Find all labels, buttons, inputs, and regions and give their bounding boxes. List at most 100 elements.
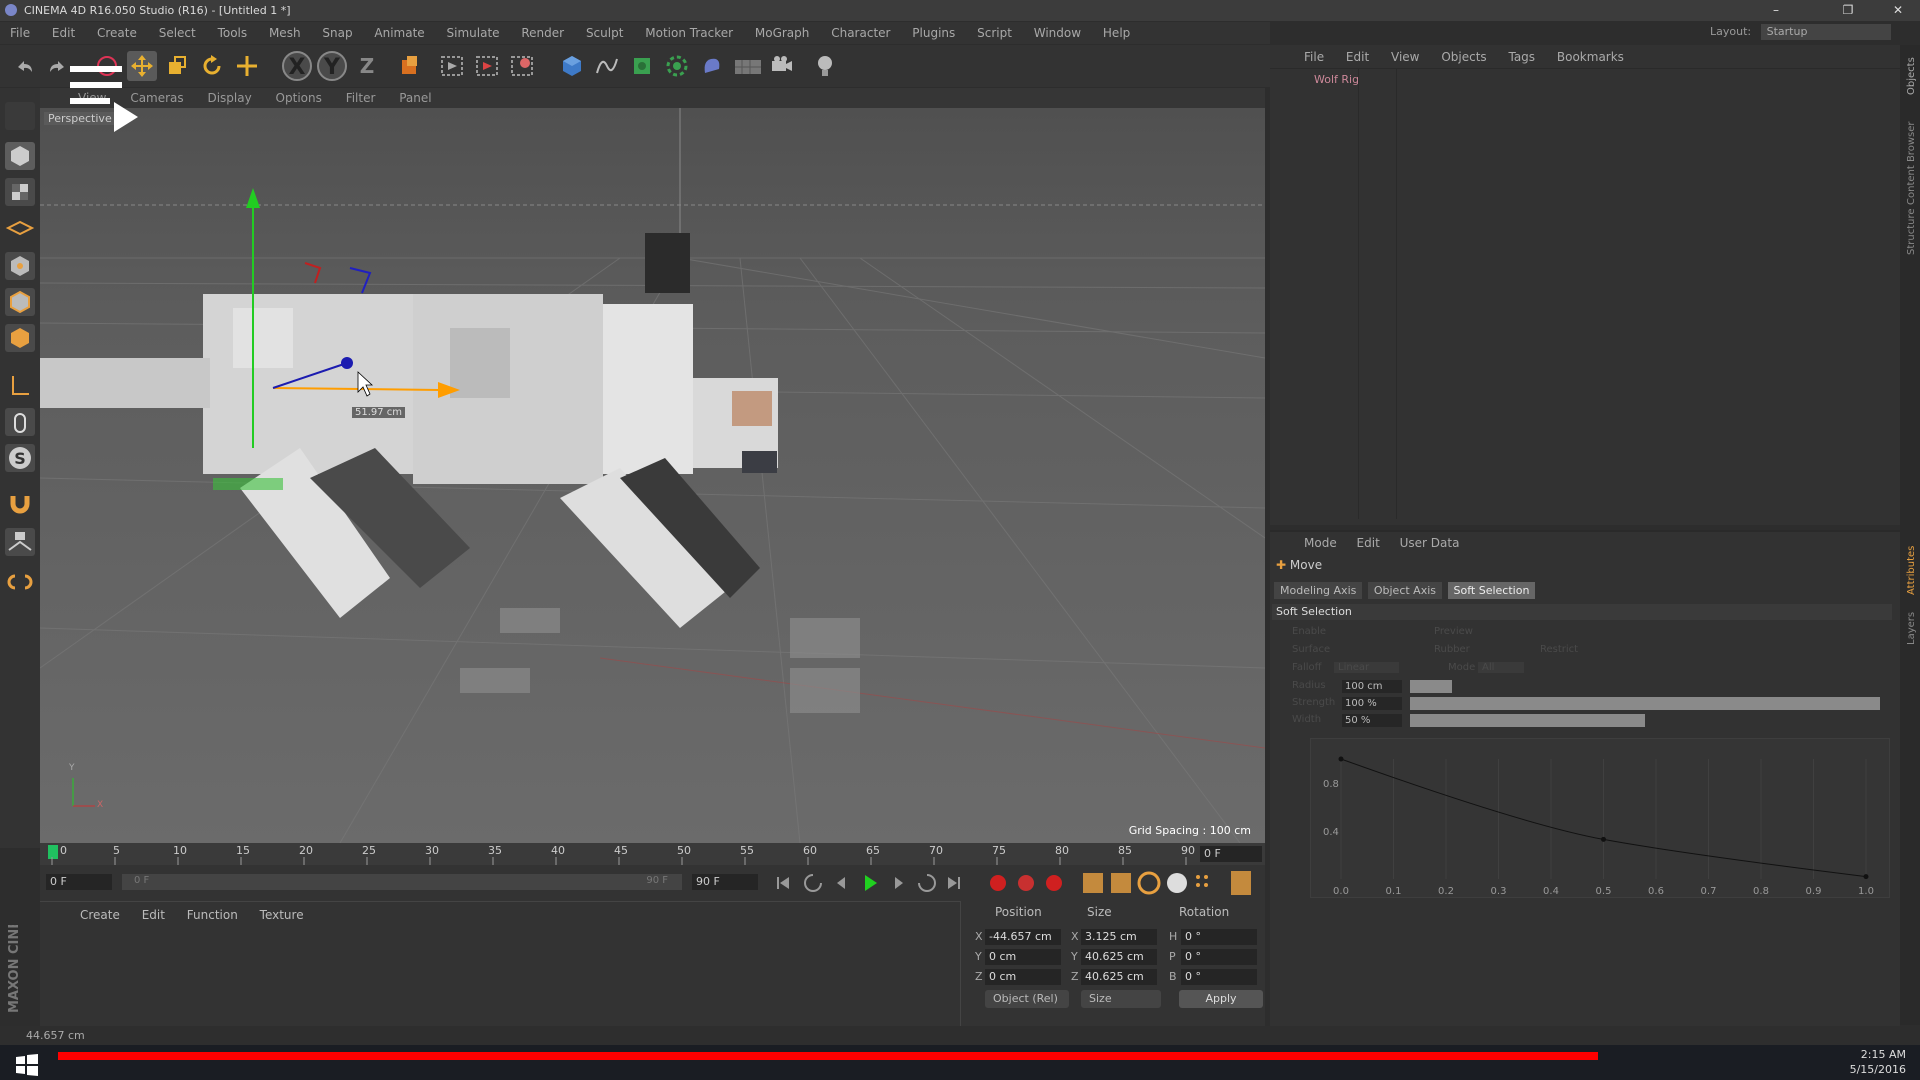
go-to-end-icon[interactable] [948, 877, 960, 889]
deformer-icon[interactable] [697, 51, 727, 81]
viewport-menu-options[interactable]: Options [276, 91, 322, 105]
material-menu-texture[interactable]: Texture [260, 908, 304, 922]
tab-object-axis[interactable]: Object Axis [1367, 582, 1443, 599]
material-menu-edit[interactable]: Edit [142, 908, 165, 922]
snap-icon[interactable] [5, 528, 35, 556]
material-menu-create[interactable]: Create [80, 908, 120, 922]
subdivision-icon[interactable] [627, 51, 657, 81]
frame-range-slider[interactable]: 0 F 90 F [122, 874, 682, 890]
apply-button[interactable]: Apply [1179, 990, 1263, 1008]
go-to-start-icon[interactable] [777, 877, 789, 889]
solo-icon[interactable]: S [5, 444, 35, 472]
falloff-curve-graph[interactable]: 0.0 0.1 0.2 0.3 0.4 0.5 0.6 0.7 0.8 0.9 1.0 0.8 0.4 [1310, 738, 1890, 898]
edit-render-settings-icon[interactable] [507, 51, 537, 81]
mode-dropdown[interactable]: All [1478, 662, 1525, 673]
radius-slider[interactable] [1410, 680, 1452, 693]
position-key-icon[interactable] [1083, 873, 1103, 893]
make-editable-icon[interactable] [5, 102, 35, 130]
menu-render[interactable]: Render [521, 26, 564, 40]
rot-p-field[interactable]: 0 ° [1181, 949, 1257, 965]
close-button[interactable]: ✕ [1878, 0, 1918, 21]
rubber-checkbox-label[interactable]: Rubber [1434, 644, 1470, 655]
render-picture-viewer-icon[interactable] [472, 51, 502, 81]
timeline-window-icon[interactable] [1231, 871, 1251, 895]
edges-mode-icon[interactable] [5, 288, 35, 316]
axis-icon[interactable] [5, 372, 35, 400]
step-forward-icon[interactable] [895, 877, 903, 889]
points-mode-icon[interactable] [5, 252, 35, 280]
polygons-mode-icon[interactable] [5, 324, 35, 352]
current-frame-field[interactable]: 0 F [1200, 846, 1262, 862]
attr-menu-mode[interactable]: Mode [1304, 536, 1337, 550]
rot-h-field[interactable]: 0 ° [1181, 929, 1257, 945]
tab-layers[interactable]: Layers [1906, 612, 1917, 645]
tab-attributes[interactable]: Attributes [1906, 546, 1917, 595]
redo-icon[interactable] [42, 51, 72, 81]
strength-slider[interactable] [1410, 697, 1880, 710]
size-z-field[interactable]: 40.625 cm [1081, 969, 1157, 985]
model-mode-icon[interactable] [5, 142, 35, 170]
radius-field[interactable]: 100 cm [1342, 680, 1402, 693]
maximize-button[interactable]: ❐ [1828, 0, 1868, 21]
magnet-icon[interactable] [5, 488, 35, 516]
menu-plugins[interactable]: Plugins [912, 26, 955, 40]
viewport-menu-panel[interactable]: Panel [399, 91, 431, 105]
rot-b-field[interactable]: 0 ° [1181, 969, 1257, 985]
z-axis-lock-icon[interactable]: Z [352, 51, 382, 81]
menu-edit[interactable]: Edit [52, 26, 75, 40]
auto-keying-icon[interactable] [1018, 875, 1034, 891]
size-y-field[interactable]: 40.625 cm [1081, 949, 1157, 965]
menu-animate[interactable]: Animate [374, 26, 424, 40]
menu-character[interactable]: Character [831, 26, 890, 40]
move-icon[interactable] [127, 51, 157, 81]
render-view-icon[interactable] [437, 51, 467, 81]
undo-icon[interactable] [10, 51, 40, 81]
attr-menu-edit[interactable]: Edit [1357, 536, 1380, 550]
menu-sculpt[interactable]: Sculpt [586, 26, 623, 40]
layout-dropdown[interactable]: Startup [1760, 24, 1891, 40]
surface-checkbox-label[interactable]: Surface [1292, 644, 1330, 655]
tab-soft-selection[interactable]: Soft Selection [1447, 582, 1536, 599]
next-key-icon[interactable] [918, 874, 936, 892]
menu-mograph[interactable]: MoGraph [755, 26, 810, 40]
keyframe-selection-icon[interactable] [1046, 875, 1062, 891]
objects-menu-bookmarks[interactable]: Bookmarks [1557, 50, 1624, 64]
previous-key-icon[interactable] [804, 874, 822, 892]
rotate-icon[interactable] [197, 51, 227, 81]
point-level-icon[interactable] [1196, 875, 1208, 887]
objects-menu-view[interactable]: View [1391, 50, 1419, 64]
light-icon[interactable] [810, 51, 840, 81]
pos-x-field[interactable]: -44.657 cm [985, 929, 1061, 945]
layout-selector[interactable]: Layout: Startup [1710, 24, 1891, 40]
tab-modeling-axis[interactable]: Modeling Axis [1274, 582, 1363, 599]
scale-icon[interactable] [162, 51, 192, 81]
menu-mesh[interactable]: Mesh [269, 26, 301, 40]
menu-script[interactable]: Script [977, 26, 1012, 40]
cube-icon[interactable] [557, 51, 587, 81]
size-x-field[interactable]: 3.125 cm [1081, 929, 1157, 945]
menu-file[interactable]: File [10, 26, 30, 40]
width-field[interactable]: 50 % [1342, 714, 1402, 727]
scale-key-icon[interactable] [1111, 873, 1131, 893]
menu-help[interactable]: Help [1103, 26, 1130, 40]
viewport-menu-filter[interactable]: Filter [346, 91, 376, 105]
strength-field[interactable]: 100 % [1342, 697, 1402, 710]
falloff-dropdown[interactable]: Linear [1334, 662, 1400, 673]
objects-menu-file[interactable]: File [1304, 50, 1324, 64]
menu-motion-tracker[interactable]: Motion Tracker [645, 26, 733, 40]
pos-z-field[interactable]: 0 cm [985, 969, 1061, 985]
material-menu-function[interactable]: Function [187, 908, 238, 922]
object-row-wolf-rig[interactable]: Wolf Rig [1274, 73, 1359, 86]
timeline-ruler[interactable]: 0 5 10 15 20 25 30 35 40 45 50 55 60 65 … [40, 843, 1265, 865]
width-slider[interactable] [1410, 714, 1645, 727]
tab-structure[interactable]: Structure [1906, 208, 1917, 255]
windows-start-icon[interactable] [12, 1049, 42, 1079]
objects-menu-objects[interactable]: Objects [1441, 50, 1486, 64]
play-overlay-icon[interactable] [112, 100, 142, 134]
record-keys-icon[interactable] [990, 875, 1006, 891]
preview-checkbox-label[interactable]: Preview [1434, 626, 1473, 637]
tweak-icon[interactable] [5, 408, 35, 436]
rotation-key-icon[interactable] [1137, 871, 1161, 895]
menu-tools[interactable]: Tools [218, 26, 248, 40]
objects-menu-tags[interactable]: Tags [1508, 50, 1535, 64]
